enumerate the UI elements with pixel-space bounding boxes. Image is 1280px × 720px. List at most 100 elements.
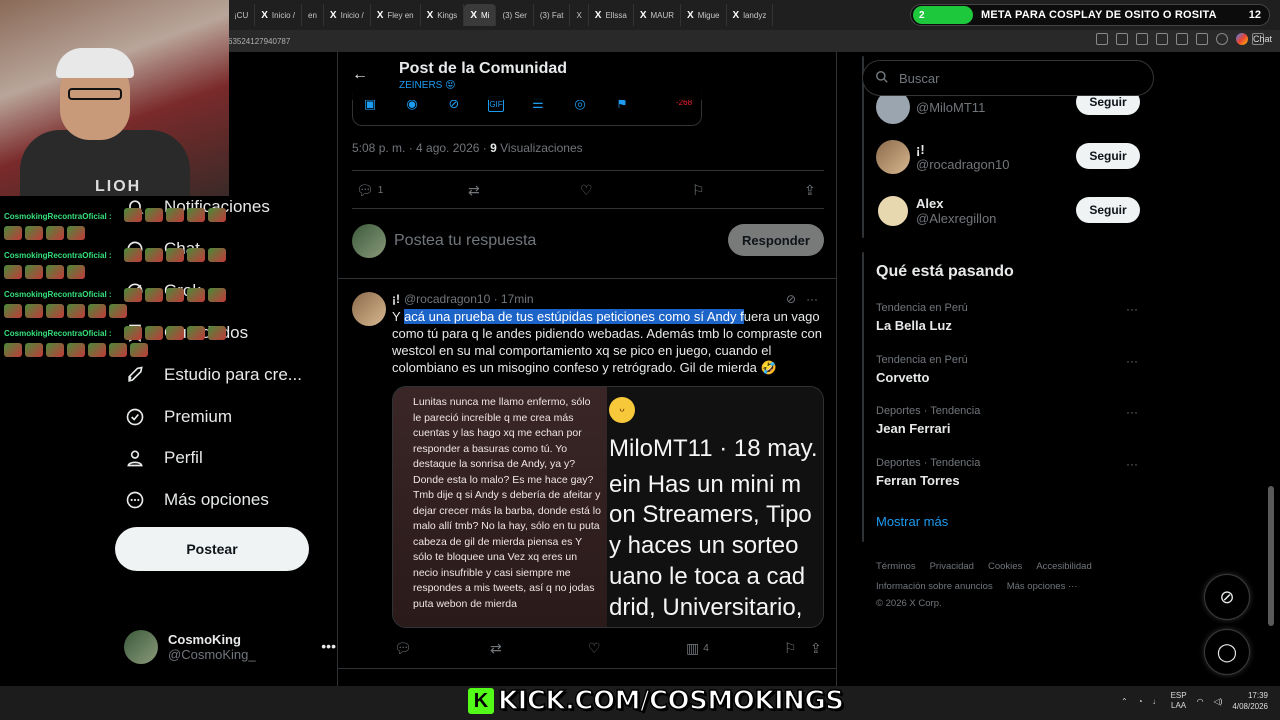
x-logo-icon: X: [426, 9, 434, 21]
browser-tab[interactable]: X Kings: [421, 4, 465, 26]
grok-icon[interactable]: ⊘: [786, 292, 796, 306]
browser-tab[interactable]: X Inicio /: [324, 4, 371, 26]
trend-name: Ferran Torres: [876, 473, 960, 488]
scrollbar[interactable]: [1268, 486, 1274, 626]
tweet-handle-time: @rocadragon10 · 17min: [404, 292, 534, 306]
reply-action[interactable]: 💬︎ 1: [356, 182, 383, 199]
network-icon[interactable]: ◔: [1138, 697, 1143, 706]
browser-tab[interactable]: (3) Fat: [534, 4, 571, 26]
trend-item[interactable]: Tendencia en Perú La Bella Luz ···: [876, 302, 1138, 333]
views-action[interactable]: ▥ 4: [686, 640, 709, 657]
repost-action[interactable]: ⇄: [490, 640, 502, 657]
sidebar-item-mas-opciones[interactable]: Más opciones: [124, 489, 269, 511]
chevron-up-icon[interactable]: ⌃: [1121, 697, 1128, 706]
footer-link[interactable]: Cookies: [988, 561, 1022, 572]
reply-action[interactable]: 💬︎: [394, 640, 412, 657]
divider: [352, 208, 824, 209]
reader-icon[interactable]: [1136, 33, 1148, 45]
footer-link[interactable]: Términos: [876, 561, 916, 572]
clock[interactable]: 17:39 4/08/2026: [1232, 690, 1268, 712]
search-input[interactable]: Buscar: [862, 60, 1154, 96]
reply-button[interactable]: Responder: [728, 224, 824, 256]
follow-button[interactable]: Seguir: [1076, 143, 1140, 169]
sidebar-item-label: Perfil: [164, 448, 203, 467]
favorites-icon[interactable]: [1196, 33, 1208, 45]
post-button[interactable]: Postear: [115, 527, 309, 571]
media-screenshot-text: Lunitas nunca me llamo enfermo, sólo le …: [393, 387, 607, 627]
emote-icon: [208, 248, 226, 262]
follow-button[interactable]: Seguir: [1076, 197, 1140, 223]
share-action[interactable]: ⇪: [804, 182, 816, 199]
profile-icon[interactable]: [1216, 33, 1228, 45]
messages-fab[interactable]: ◯: [1204, 629, 1250, 675]
emote-icon: [25, 343, 43, 357]
divider: [338, 668, 836, 669]
browser-tab[interactable]: X MAUR: [634, 4, 682, 26]
page-title: Post de la Comunidad: [399, 60, 568, 77]
x-logo-icon: X: [261, 9, 268, 21]
bookmark-action[interactable]: ⚐: [692, 182, 705, 199]
clock-date: 4/08/2026: [1232, 702, 1268, 711]
wifi-icon[interactable]: ◠: [1197, 697, 1204, 706]
more-dots-icon[interactable]: ···: [1126, 457, 1138, 471]
browser-tab[interactable]: X Inicio /: [255, 4, 303, 26]
tab-label: (3) Ser: [502, 10, 527, 20]
repost-action[interactable]: ⇄: [468, 182, 480, 199]
emote-icon: [187, 208, 205, 222]
more-dots-icon[interactable]: ···: [1126, 302, 1138, 316]
reply-icon: 💬︎: [356, 182, 374, 198]
emote-icon: [187, 288, 205, 302]
language-indicator[interactable]: ESP LAA: [1171, 691, 1187, 711]
media-screenshot-right: MiloMT11 · 18 may. 2 ein Has un mini m o…: [607, 387, 823, 627]
browser-tab[interactable]: ¡CU: [228, 4, 256, 26]
more-dots-icon[interactable]: ···: [1126, 354, 1138, 368]
copilot-chat-button[interactable]: Chat: [1236, 33, 1272, 45]
sidebar-item-premium[interactable]: Premium: [124, 406, 232, 428]
tweet-media[interactable]: Lunitas nunca me llamo enfermo, sólo le …: [392, 386, 824, 628]
bookmark-action[interactable]: ⚐: [784, 640, 797, 657]
footer-link[interactable]: Accesibilidad: [1036, 561, 1091, 572]
tab-label: X: [576, 10, 582, 20]
footer-link[interactable]: Más opciones ···: [1007, 581, 1078, 592]
address-bar-icons: Chat: [1096, 33, 1272, 45]
reply-input[interactable]: Postea tu respuesta: [394, 232, 536, 250]
browser-tab[interactable]: X Fley en: [371, 4, 421, 26]
star-icon[interactable]: [1156, 33, 1168, 45]
trend-item[interactable]: Deportes · Tendencia Jean Ferrari ···: [876, 405, 1138, 436]
back-arrow-icon[interactable]: ←: [352, 66, 368, 84]
grok-fab[interactable]: ⊘: [1204, 574, 1250, 620]
extensions-icon[interactable]: [1176, 33, 1188, 45]
browser-tab[interactable]: en: [302, 4, 324, 26]
kick-banner: K KICK.COM/COSMOKINGS: [468, 685, 845, 717]
browser-tab[interactable]: (3) Ser: [496, 4, 534, 26]
tweet-author-name[interactable]: ¡!: [392, 292, 400, 306]
sidebar-item-perfil[interactable]: Perfil: [124, 447, 203, 469]
mic-icon[interactable]: ♩: [1153, 697, 1161, 706]
trend-item[interactable]: Tendencia en Perú Corvetto ···: [876, 354, 1138, 385]
browser-tab[interactable]: X Ellssa: [589, 4, 634, 26]
account-switcher[interactable]: CosmoKing @CosmoKing_ •••: [124, 630, 336, 664]
footer-link[interactable]: Privacidad: [930, 561, 974, 572]
translate-icon[interactable]: [1096, 33, 1108, 45]
like-action[interactable]: ♡: [588, 640, 601, 657]
footer-link[interactable]: Información sobre anuncios: [876, 581, 993, 592]
more-dots-icon[interactable]: ···: [806, 292, 818, 306]
browser-tab[interactable]: X Migue: [681, 4, 727, 26]
person-icon: [124, 447, 146, 469]
volume-icon[interactable]: ◁): [1214, 697, 1223, 706]
community-name[interactable]: ZEINERS 😝: [399, 80, 456, 91]
show-more-link[interactable]: Mostrar más: [876, 514, 948, 529]
browser-tab-active[interactable]: X Mi: [464, 4, 497, 26]
trend-item[interactable]: Deportes · Tendencia Ferran Torres ···: [876, 457, 1138, 488]
emote-icon: [166, 326, 184, 340]
emote-icon: [46, 343, 64, 357]
zoom-icon[interactable]: [1116, 33, 1128, 45]
avatar[interactable]: [352, 292, 386, 326]
more-dots-icon[interactable]: ···: [1126, 405, 1138, 419]
browser-tab[interactable]: Xlandyz: [727, 4, 774, 26]
share-action[interactable]: ⇪: [810, 640, 822, 657]
like-action[interactable]: ♡: [580, 182, 593, 199]
browser-tab[interactable]: X: [570, 4, 589, 26]
trends-title: Qué está pasando: [876, 263, 1014, 280]
tab-label: en: [308, 10, 317, 20]
